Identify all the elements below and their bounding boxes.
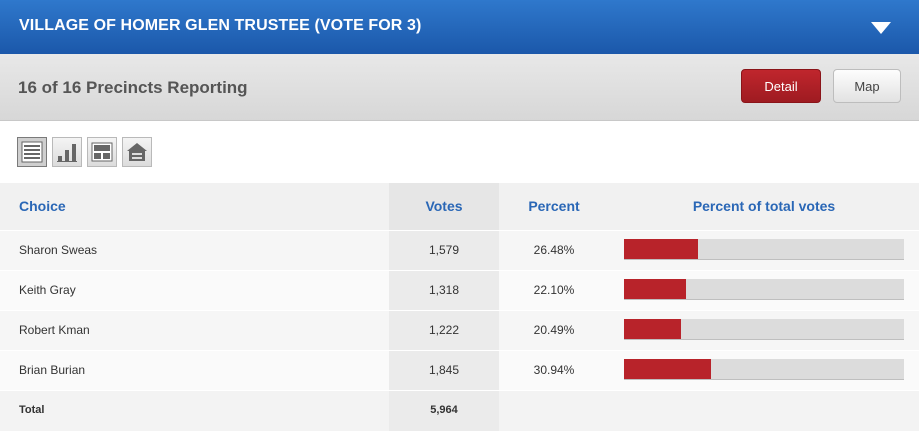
chevron-down-icon[interactable] (871, 22, 891, 34)
candidate-name: Keith Gray (0, 271, 389, 311)
column-votes[interactable]: Votes (389, 183, 499, 230)
grid-view-icon[interactable] (87, 137, 117, 167)
share-bar-cell (609, 271, 919, 311)
contest-header: VILLAGE OF HOMER GLEN TRUSTEE (VOTE FOR … (0, 0, 919, 54)
candidate-percent: 26.48% (499, 231, 609, 271)
share-bar (624, 279, 686, 299)
column-choice[interactable]: Choice (0, 183, 389, 230)
table-header-row: Choice Votes Percent Percent of total vo… (0, 183, 919, 230)
detail-button[interactable]: Detail (741, 69, 821, 103)
column-percent[interactable]: Percent (499, 183, 609, 230)
share-bar-track (624, 319, 904, 340)
candidate-name: Brian Burian (0, 351, 389, 391)
total-row: Total 5,964 (0, 390, 919, 431)
total-percent-cell (499, 391, 609, 431)
table-row: Sharon Sweas 1,579 26.48% (0, 230, 919, 271)
precincts-reporting: 16 of 16 Precincts Reporting (18, 78, 248, 97)
share-bar (624, 319, 682, 339)
share-bar-cell (609, 231, 919, 271)
table-row: Brian Burian 1,845 30.94% (0, 350, 919, 391)
share-bar (624, 359, 711, 379)
total-bar-cell (609, 391, 919, 431)
share-bar-track (624, 359, 904, 380)
candidate-percent: 20.49% (499, 311, 609, 351)
candidate-votes: 1,845 (389, 351, 499, 391)
column-share: Percent of total votes (692, 198, 836, 214)
candidate-percent: 22.10% (499, 271, 609, 311)
candidate-votes: 1,579 (389, 231, 499, 271)
home-view-icon[interactable] (122, 137, 152, 167)
contest-title: VILLAGE OF HOMER GLEN TRUSTEE (VOTE FOR … (19, 17, 422, 34)
reporting-bar: 16 of 16 Precincts Reporting Detail Map (0, 54, 919, 121)
map-button[interactable]: Map (833, 69, 901, 103)
share-bar-track (624, 279, 904, 300)
total-votes: 5,964 (389, 391, 499, 431)
share-bar-cell (609, 311, 919, 351)
candidate-percent: 30.94% (499, 351, 609, 391)
bar-chart-view-icon[interactable] (52, 137, 82, 167)
candidate-name: Sharon Sweas (0, 231, 389, 271)
candidate-votes: 1,318 (389, 271, 499, 311)
candidate-votes: 1,222 (389, 311, 499, 351)
table-view-icon[interactable] (17, 137, 47, 167)
share-bar (624, 239, 699, 259)
total-label: Total (0, 391, 389, 431)
table-row: Robert Kman 1,222 20.49% (0, 310, 919, 351)
table-row: Keith Gray 1,318 22.10% (0, 270, 919, 311)
candidate-name: Robert Kman (0, 311, 389, 351)
share-bar-cell (609, 351, 919, 391)
share-bar-track (624, 239, 904, 260)
